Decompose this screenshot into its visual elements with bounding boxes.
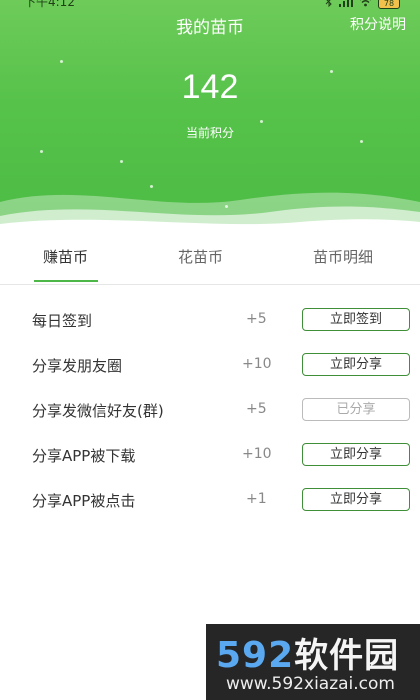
- task-name: 分享发朋友圈: [32, 357, 123, 375]
- status-icons: 78: [325, 0, 400, 10]
- tab-earn[interactable]: 赚苗币: [43, 246, 88, 267]
- status-time: 下午4:12: [24, 0, 75, 9]
- share-moments-button[interactable]: 立即分享: [302, 353, 410, 376]
- sign-in-button[interactable]: 立即签到: [302, 308, 410, 331]
- sparkle-decoration: [120, 160, 123, 163]
- points-rules-link[interactable]: 积分说明: [350, 14, 406, 34]
- sparkle-decoration: [260, 120, 263, 123]
- wave-decoration: [0, 192, 420, 232]
- tab-bar: 赚苗币 花苗币 苗币明细: [0, 232, 420, 282]
- shared-status-button[interactable]: 已分享: [302, 398, 410, 421]
- sparkle-decoration: [60, 60, 63, 63]
- wifi-icon: [359, 0, 372, 10]
- battery-icon: 78: [378, 0, 400, 9]
- task-list: 每日签到 +5 立即签到 分享发朋友圈 +10 立即分享 分享发微信好友(群) …: [0, 298, 420, 523]
- sparkle-decoration: [40, 150, 43, 153]
- points-value: 142: [181, 68, 239, 106]
- site-watermark: 592软件园 www.592xiazai.com: [206, 624, 420, 700]
- tab-history[interactable]: 苗币明细: [313, 246, 373, 267]
- task-reward: +10: [242, 356, 272, 372]
- task-row: 分享APP被下载 +10 立即分享: [0, 433, 420, 478]
- share-download-button[interactable]: 立即分享: [302, 443, 410, 466]
- points-label: 当前积分: [185, 126, 234, 140]
- watermark-logo-text: 软件园: [294, 636, 400, 676]
- task-name: 分享发微信好友(群): [32, 402, 164, 420]
- watermark-logo: 592软件园: [216, 628, 399, 677]
- task-row: 分享发朋友圈 +10 立即分享: [0, 343, 420, 388]
- task-row: 分享APP被点击 +1 立即分享: [0, 478, 420, 523]
- task-row: 每日签到 +5 立即签到: [0, 298, 420, 343]
- task-reward: +1: [246, 491, 267, 507]
- task-row: 分享发微信好友(群) +5 已分享: [0, 388, 420, 433]
- task-name: 分享APP被下载: [32, 447, 136, 465]
- active-tab-indicator: [34, 280, 98, 282]
- watermark-logo-number: 592: [216, 635, 295, 676]
- task-reward: +10: [242, 446, 272, 462]
- task-reward: +5: [246, 401, 267, 417]
- status-bar: 下午4:12 78: [0, 0, 420, 14]
- signal-icon: [339, 0, 353, 10]
- watermark-url: www.592xiazai.com: [226, 674, 395, 694]
- task-reward: +5: [246, 311, 267, 327]
- share-click-button[interactable]: 立即分享: [302, 488, 410, 511]
- tab-spend[interactable]: 花苗币: [178, 246, 223, 267]
- bluetooth-icon: [325, 0, 333, 10]
- task-name: 每日签到: [32, 312, 93, 330]
- divider: [0, 284, 420, 285]
- task-name: 分享APP被点击: [32, 492, 136, 510]
